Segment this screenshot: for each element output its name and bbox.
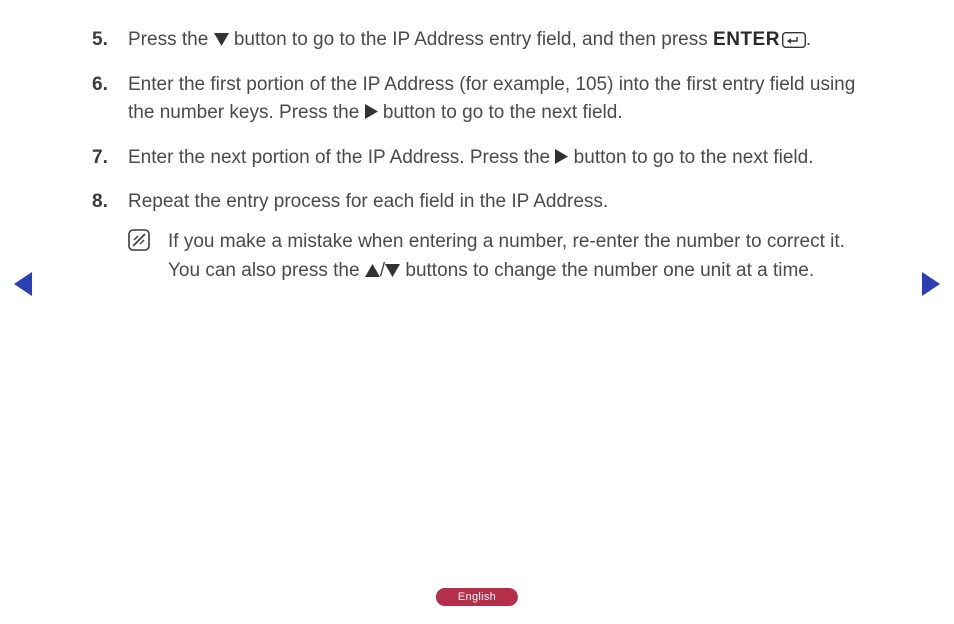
step-text: Press the button to go to the IP Address…: [128, 26, 872, 55]
enter-label: ENTER: [713, 29, 780, 50]
down-triangle-icon: [214, 33, 229, 46]
step-number: 5.: [92, 26, 128, 55]
enter-key-icon: [782, 32, 806, 48]
text-segment: .: [806, 29, 811, 50]
right-triangle-icon: [555, 149, 568, 164]
step-6: 6. Enter the first portion of the IP Add…: [92, 71, 872, 128]
step-7: 7. Enter the next portion of the IP Addr…: [92, 144, 872, 173]
note-icon: [128, 229, 150, 251]
up-triangle-icon: [365, 264, 380, 277]
step-number: 7.: [92, 144, 128, 173]
step-text: Enter the next portion of the IP Address…: [128, 144, 872, 173]
text-segment: buttons to change the number one unit at…: [400, 260, 814, 281]
text-segment: Enter the next portion of the IP Address…: [128, 147, 555, 168]
step-number: 6.: [92, 71, 128, 128]
step-5: 5. Press the button to go to the IP Addr…: [92, 26, 872, 55]
note-text: If you make a mistake when entering a nu…: [168, 227, 872, 286]
text-segment: button to go to the next field.: [378, 102, 623, 123]
text-segment: button to go to the next field.: [568, 147, 813, 168]
language-indicator: English: [436, 588, 518, 606]
step-8: 8. Repeat the entry process for each fie…: [92, 188, 872, 217]
text-segment: button to go to the IP Address entry fie…: [229, 29, 713, 50]
next-page-button[interactable]: [922, 272, 940, 296]
note-icon-wrap: [128, 227, 168, 286]
manual-page: 5. Press the button to go to the IP Addr…: [0, 0, 954, 624]
right-triangle-icon: [365, 104, 378, 119]
text-segment: Press the: [128, 29, 214, 50]
note-block: If you make a mistake when entering a nu…: [128, 227, 872, 286]
step-text: Repeat the entry process for each field …: [128, 188, 872, 217]
step-number: 8.: [92, 188, 128, 217]
prev-page-button[interactable]: [14, 272, 32, 296]
step-text: Enter the first portion of the IP Addres…: [128, 71, 872, 128]
instruction-list: 5. Press the button to go to the IP Addr…: [92, 26, 872, 285]
down-triangle-icon: [385, 264, 400, 277]
